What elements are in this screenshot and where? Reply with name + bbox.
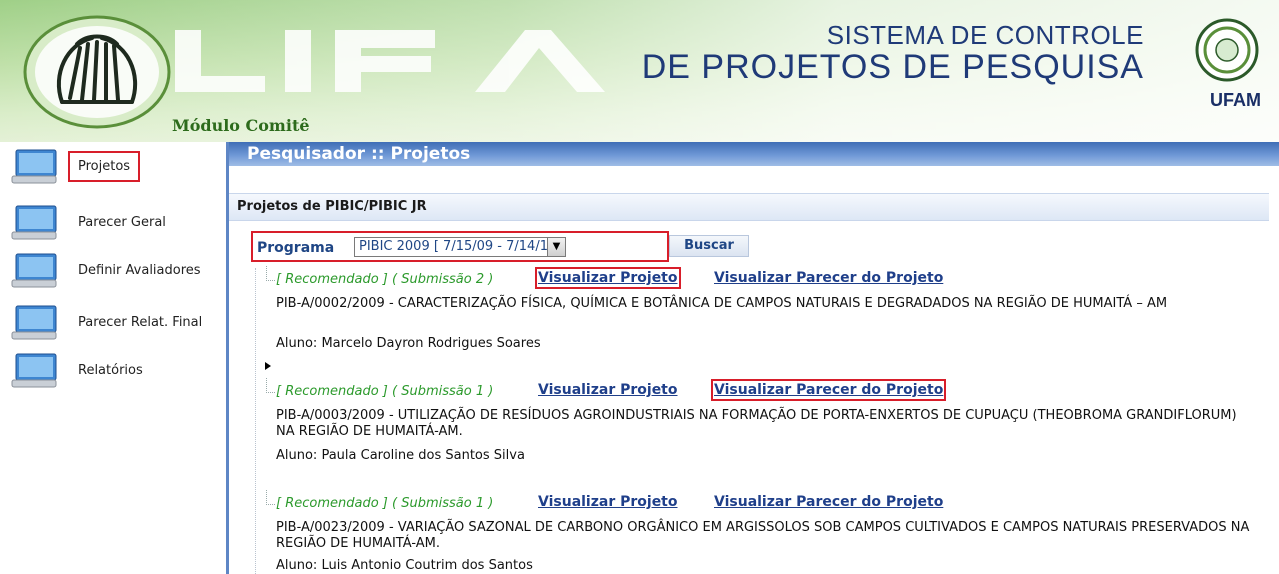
- lira-wordmark: [175, 30, 605, 92]
- tree-connector: [266, 378, 275, 393]
- institution-name: UFAM: [1210, 90, 1261, 110]
- buscar-wrap: Buscar: [669, 235, 749, 257]
- project-title: PIB-A/0003/2009 - UTILIZAÇÃO DE RESÍDUOS…: [276, 408, 1237, 439]
- sidebar-item-parecer-geral[interactable]: Parecer Geral: [10, 202, 226, 246]
- tree-pointer-icon: [265, 362, 271, 370]
- project-student: Aluno: Marcelo Dayron Rodrigues Soares: [276, 336, 541, 351]
- monitor-icon: [11, 305, 57, 340]
- project-title: PIB-A/0002/2009 - CARACTERIZAÇÃO FÍSICA,…: [276, 296, 1168, 311]
- project-status: [ Recomendado ] ( Submissão 1 ): [276, 496, 494, 511]
- sidebar-item-definir-avaliadores[interactable]: Definir Avaliadores: [10, 250, 226, 294]
- view-project-link[interactable]: Visualizar Projeto: [538, 494, 678, 510]
- lyre-logo-icon: [23, 15, 171, 129]
- chevron-down-icon[interactable]: ▼: [547, 238, 565, 256]
- program-filter: Programa PIBIC 2009 [ 7/15/09 - 7/14/10 …: [251, 231, 669, 262]
- monitor-icon: [11, 149, 57, 184]
- sidebar-item-label: Definir Avaliadores: [78, 263, 201, 278]
- monitor-icon: [11, 205, 57, 240]
- system-title: SISTEMA DE CONTROLE DE PROJETOS DE PESQU…: [642, 22, 1144, 84]
- module-name: Módulo Comitê: [172, 116, 310, 135]
- tree-guide: [255, 268, 257, 574]
- monitor-icon: [11, 353, 57, 388]
- program-select-value: PIBIC 2009 [ 7/15/09 - 7/14/10 ]: [359, 239, 566, 254]
- main-title-bar: Pesquisador :: Projetos: [229, 142, 1279, 166]
- project-status: [ Recomendado ] ( Submissão 1 ): [276, 384, 494, 399]
- page-title: Pesquisador :: Projetos: [247, 144, 471, 164]
- buscar-button[interactable]: Buscar: [669, 235, 749, 257]
- sidebar-item-label: Relatórios: [78, 363, 143, 378]
- project-status: [ Recomendado ] ( Submissão 2 ): [276, 272, 494, 287]
- view-opinion-link[interactable]: Visualizar Parecer do Projeto: [714, 494, 943, 510]
- sidebar-item-relatorios[interactable]: Relatórios: [10, 350, 226, 394]
- view-project-link[interactable]: Visualizar Projeto: [538, 382, 678, 398]
- sidebar-item-label: Parecer Geral: [78, 215, 166, 230]
- sidebar-item-label: Projetos: [68, 151, 141, 182]
- app-header: SISTEMA DE CONTROLE DE PROJETOS DE PESQU…: [0, 0, 1279, 142]
- section-title: Projetos de PIBIC/PIBIC JR: [237, 199, 427, 214]
- system-title-line2: DE PROJETOS DE PESQUISA: [641, 48, 1144, 86]
- tree-connector: [266, 490, 275, 505]
- program-select[interactable]: PIBIC 2009 [ 7/15/09 - 7/14/10 ] ▼: [354, 237, 566, 257]
- ufam-seal-icon: [1195, 18, 1259, 82]
- sidebar-item-parecer-relat-final[interactable]: Parecer Relat. Final: [10, 302, 226, 346]
- tree-connector: [266, 266, 275, 281]
- program-label: Programa: [257, 240, 335, 256]
- sidebar-item-projetos[interactable]: Projetos: [10, 146, 226, 190]
- project-student: Aluno: Paula Caroline dos Santos Silva: [276, 448, 525, 463]
- view-project-link[interactable]: Visualizar Projeto: [535, 267, 681, 289]
- view-opinion-link[interactable]: Visualizar Parecer do Projeto: [714, 270, 943, 286]
- section-header: Projetos de PIBIC/PIBIC JR: [229, 193, 1269, 221]
- sidebar-item-label: Parecer Relat. Final: [78, 315, 203, 330]
- system-title-line1: SISTEMA DE CONTROLE: [826, 20, 1144, 50]
- project-student: Aluno: Luis Antonio Coutrim dos Santos: [276, 558, 533, 573]
- view-opinion-link[interactable]: Visualizar Parecer do Projeto: [710, 379, 947, 401]
- monitor-icon: [11, 253, 57, 288]
- project-title: PIB-A/0023/2009 - VARIAÇÃO SAZONAL DE CA…: [276, 520, 1250, 551]
- sidebar: Projetos Parecer Geral Definir Avaliador…: [0, 142, 229, 574]
